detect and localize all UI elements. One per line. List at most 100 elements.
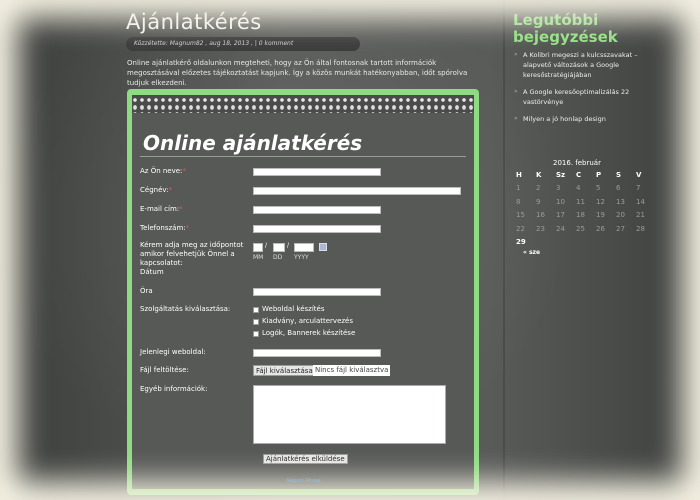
calendar-day: 6 [616, 184, 621, 193]
calendar-week-row: 8 9 10 11 12 13 14 [513, 195, 653, 209]
date-label: Kérem adja meg az időpontot amikor felve… [140, 241, 244, 276]
calendar-week-row: 22 23 24 25 26 27 28 [513, 222, 653, 236]
calendar-day: 7 [636, 184, 641, 193]
notebook-page: Online ajánlatkérés Az Ön neve:* Cégnév:… [132, 95, 474, 489]
recent-post-link[interactable]: » Milyen a jó honlap design [513, 114, 658, 124]
date-separator: / [287, 242, 290, 249]
calendar-day: 20 [616, 211, 625, 220]
name-input[interactable] [253, 168, 381, 176]
report-abuse-link[interactable]: Report Abuse [287, 478, 321, 484]
calendar-day: 28 [636, 224, 645, 233]
calendar-day: 15 [516, 211, 525, 220]
calendar-day: 27 [616, 224, 625, 233]
calendar-day: 5 [596, 184, 601, 193]
calendar-day: 14 [636, 197, 645, 206]
service-option-logo: Logók, Bannerek készítése [262, 329, 356, 337]
title-divider [140, 156, 466, 157]
year-input[interactable] [294, 243, 314, 252]
calendar-day [533, 236, 553, 250]
file-label: Fájl feltöltése: [140, 366, 189, 374]
service-checkbox-web[interactable] [253, 307, 259, 313]
recent-post-link[interactable]: » A Kolibri megeszi a kulcsszavakat – ala… [513, 50, 658, 80]
email-label: E-mail cím:* [140, 205, 183, 213]
email-input[interactable] [253, 206, 381, 214]
calendar-day: 19 [596, 211, 605, 220]
submit-button[interactable]: Ajánlatkérés elküldése [263, 454, 348, 464]
weekday-header: Sz [556, 170, 566, 179]
calendar-day: 17 [556, 211, 565, 220]
time-label: Óra [140, 287, 153, 295]
calendar-days: 1 2 3 4 5 6 7 8 9 10 11 12 13 14 15 16 17 18 19 20 21 22 23 24 2… [513, 182, 653, 250]
post-meta: Közzétette: Magnum82 , aug 18, 2013 , | … [126, 37, 360, 51]
calendar-day [593, 236, 613, 250]
file-choose-button[interactable]: Fájl kiválasztása [253, 365, 316, 376]
phone-input[interactable] [253, 225, 381, 233]
form-title: Online ajánlatkérés [143, 131, 363, 155]
calendar-day: 21 [636, 211, 645, 220]
month-input[interactable] [253, 243, 263, 252]
calendar-day: 4 [576, 184, 581, 193]
calendar-day: 12 [596, 197, 605, 206]
weekday-header: S [616, 170, 622, 179]
calendar-day: 22 [516, 224, 525, 233]
calendar-day: 25 [576, 224, 585, 233]
phone-label: Telefonszám:* [140, 224, 190, 232]
weekday-header: K [536, 170, 542, 179]
weekday-header: V [636, 170, 642, 179]
year-hint: YYYY [294, 254, 309, 261]
calendar-day: 9 [536, 197, 541, 206]
calendar-day: 10 [556, 197, 565, 206]
day-hint: DD [273, 254, 283, 261]
calendar-week-row: 29 [513, 236, 653, 250]
website-label: Jelenlegi weboldal: [140, 348, 206, 356]
calendar-day: 24 [556, 224, 565, 233]
weekday-header: P [596, 170, 602, 179]
notebook-spiral [132, 95, 474, 113]
month-hint: MM [253, 254, 264, 261]
calendar-day: 11 [576, 197, 585, 206]
recent-post-link[interactable]: » A Google keresőoptimalizálás 22 vastörv… [513, 87, 658, 107]
calendar-picker-icon[interactable] [319, 243, 327, 251]
service-checkbox-print[interactable] [253, 319, 259, 325]
calendar-week-row: 15 16 17 18 19 20 21 [513, 209, 653, 223]
calendar-day: 26 [596, 224, 605, 233]
time-input[interactable] [253, 288, 381, 296]
sidebar-divider [503, 0, 505, 500]
recent-posts-list: » A Kolibri megeszi a kulcsszavakat – ala… [513, 50, 658, 131]
other-info-label: Egyéb információk: [140, 385, 208, 393]
calendar-day [633, 236, 653, 250]
service-label: Szolgáltatás kiválasztása: [140, 305, 231, 313]
calendar-day: 23 [536, 224, 545, 233]
calendar-day: 18 [576, 211, 585, 220]
calendar: H K Sz C P S V 1 2 3 4 5 6 7 8 9 10 11 12 13 14 15 16 17… [513, 168, 653, 249]
day-input[interactable] [273, 243, 285, 252]
calendar-day: 3 [556, 184, 561, 193]
calendar-day: 8 [516, 197, 521, 206]
calendar-prev-month-link[interactable]: « sze [523, 249, 540, 256]
weekday-header: C [576, 170, 582, 179]
service-option-print: Kiadvány, arculattervezés [262, 317, 354, 325]
calendar-weekday-row: H K Sz C P S V [513, 168, 653, 182]
calendar-day: 29 [516, 238, 526, 247]
date-separator: / [265, 242, 268, 249]
weekday-header: H [516, 170, 522, 179]
service-checkbox-logo[interactable] [253, 331, 259, 337]
calendar-day: 1 [516, 184, 521, 193]
calendar-day: 13 [616, 197, 625, 206]
name-label: Az Ön neve:* [140, 167, 186, 175]
quote-form-card: Online ajánlatkérés Az Ön neve:* Cégnév:… [127, 89, 479, 495]
page-title: Ajánlatkérés [126, 10, 262, 34]
calendar-week-row: 1 2 3 4 5 6 7 [513, 182, 653, 196]
recent-posts-title: Legutóbbi bejegyzések [513, 11, 618, 46]
calendar-day [613, 236, 633, 250]
calendar-day: 16 [536, 211, 545, 220]
calendar-day: 2 [536, 184, 541, 193]
calendar-day [573, 236, 593, 250]
company-label: Cégnév:* [140, 186, 172, 194]
website-input[interactable] [253, 349, 381, 357]
calendar-caption: 2016. február [553, 159, 601, 167]
file-status: Nincs fájl kiválasztva [313, 365, 391, 376]
other-info-textarea[interactable] [253, 385, 446, 444]
company-input[interactable] [253, 187, 461, 195]
calendar-day [553, 236, 573, 250]
